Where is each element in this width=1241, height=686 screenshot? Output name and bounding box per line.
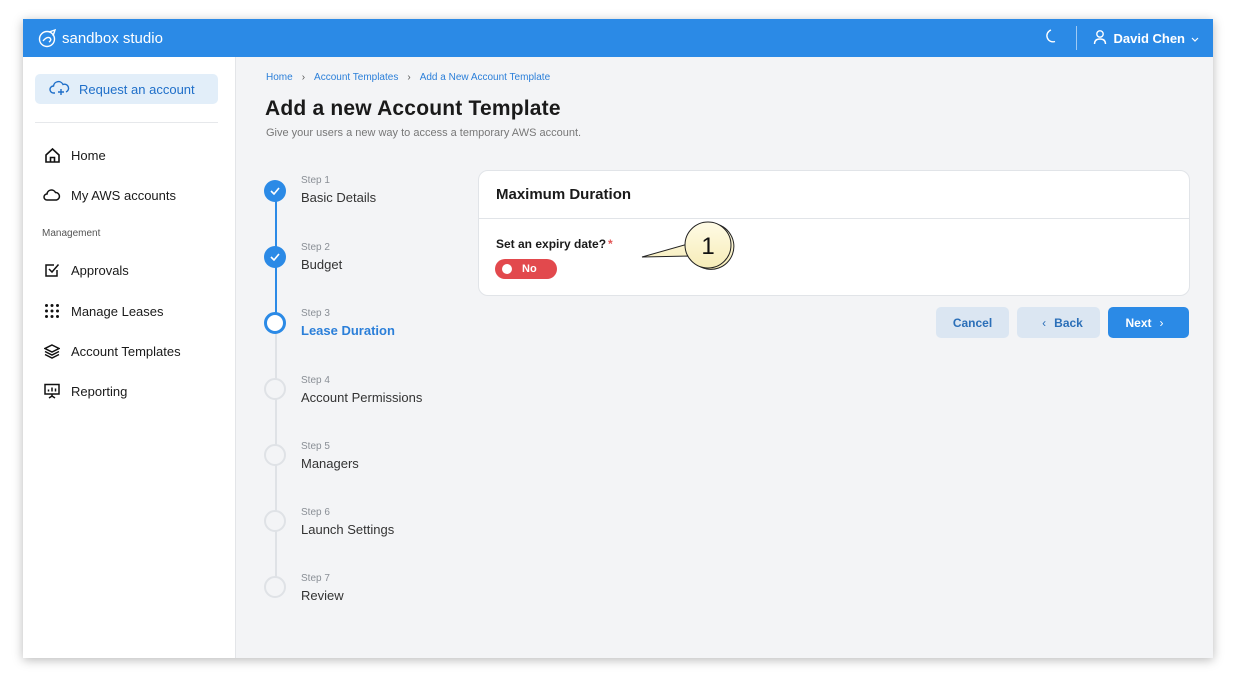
card-title: Maximum Duration	[496, 186, 632, 203]
app-window: sandbox studio David Chen Request an acc…	[23, 19, 1213, 658]
chevron-right-icon: ›	[407, 72, 411, 83]
brand-logo[interactable]: sandbox studio	[37, 27, 163, 49]
sidebar-item-label: My AWS accounts	[71, 187, 176, 203]
sidebar-divider	[35, 122, 218, 123]
request-account-button[interactable]: Request an account	[35, 74, 218, 104]
step-6-indicator[interactable]	[264, 510, 286, 532]
step-2-number: Step 2	[301, 242, 330, 253]
cloud-icon	[43, 186, 61, 204]
back-button[interactable]: ‹ Back	[1017, 307, 1100, 338]
top-bar: sandbox studio David Chen	[23, 19, 1213, 57]
page-title: Add a new Account Template	[265, 97, 561, 120]
chevron-down-icon	[1191, 31, 1199, 46]
step-1-number: Step 1	[301, 175, 330, 186]
step-1-label[interactable]: Basic Details	[301, 190, 376, 205]
cancel-button[interactable]: Cancel	[936, 307, 1009, 338]
topbar-divider	[1076, 26, 1078, 50]
back-label: Back	[1054, 315, 1083, 330]
maximum-duration-card: Maximum Duration Set an expiry date? * No	[478, 170, 1190, 296]
cancel-label: Cancel	[952, 315, 993, 330]
breadcrumb-home[interactable]: Home	[266, 72, 293, 83]
toggle-label: No	[522, 263, 537, 275]
sidebar-item-label: Reporting	[71, 383, 128, 399]
toggle-knob	[502, 264, 512, 274]
grid-dots-icon	[43, 302, 61, 320]
step-6-label[interactable]: Launch Settings	[301, 522, 394, 537]
sidebar-item-label: Account Templates	[71, 343, 181, 359]
checkbox-icon	[43, 261, 61, 279]
step-2-check-icon[interactable]	[264, 246, 286, 268]
step-4-number: Step 4	[301, 375, 330, 386]
brand-name: sandbox studio	[62, 29, 163, 47]
sidebar-item-label: Manage Leases	[71, 303, 164, 319]
sidebar-item-my-aws-accounts[interactable]: My AWS accounts	[43, 186, 176, 204]
breadcrumb-current[interactable]: Add a New Account Template	[420, 72, 550, 83]
main-content: Home › Account Templates › Add a New Acc…	[236, 57, 1213, 658]
step-2-label[interactable]: Budget	[301, 257, 342, 272]
breadcrumb-account-templates[interactable]: Account Templates	[314, 72, 398, 83]
step-7-label[interactable]: Review	[301, 588, 344, 603]
moon-icon	[1044, 28, 1060, 49]
sandbox-logo-icon	[37, 27, 59, 49]
user-name: David Chen	[1113, 30, 1185, 46]
step-5-indicator[interactable]	[264, 444, 286, 466]
step-6-number: Step 6	[301, 507, 330, 518]
sidebar-item-label: Approvals	[71, 262, 129, 278]
sidebar-item-manage-leases[interactable]: Manage Leases	[43, 302, 164, 320]
step-3-number: Step 3	[301, 308, 330, 319]
card-header: Maximum Duration	[479, 171, 1189, 219]
chevron-right-icon: ›	[1159, 315, 1164, 330]
step-7-indicator[interactable]	[264, 576, 286, 598]
required-marker: *	[608, 237, 613, 251]
sidebar-item-approvals[interactable]: Approvals	[43, 261, 129, 279]
breadcrumb: Home › Account Templates › Add a New Acc…	[266, 72, 550, 83]
expiry-toggle[interactable]: No	[495, 259, 557, 279]
management-section-label: Management	[42, 228, 101, 239]
expiry-field-label: Set an expiry date? *	[496, 237, 613, 251]
sidebar-item-account-templates[interactable]: Account Templates	[43, 342, 181, 360]
dark-mode-toggle[interactable]	[1042, 28, 1062, 48]
next-label: Next	[1125, 315, 1152, 330]
user-menu[interactable]: David Chen	[1093, 29, 1199, 48]
step-4-label[interactable]: Account Permissions	[301, 390, 422, 405]
next-button[interactable]: Next ›	[1108, 307, 1189, 338]
step-4-indicator[interactable]	[264, 378, 286, 400]
cloud-plus-icon	[35, 80, 79, 99]
request-account-label: Request an account	[79, 81, 195, 97]
home-icon	[43, 146, 61, 164]
step-7-number: Step 7	[301, 573, 330, 584]
chevron-right-icon: ›	[301, 72, 306, 83]
chevron-left-icon: ‹	[1042, 315, 1047, 330]
step-5-number: Step 5	[301, 441, 330, 452]
sidebar: Request an account Home My AWS accounts …	[23, 57, 236, 658]
step-3-label[interactable]: Lease Duration	[301, 323, 395, 338]
page-subtitle: Give your users a new way to access a te…	[266, 127, 582, 139]
step-5-label[interactable]: Managers	[301, 456, 359, 471]
layers-icon	[43, 342, 61, 360]
sidebar-item-home[interactable]: Home	[43, 146, 106, 164]
expiry-field-text: Set an expiry date?	[496, 237, 607, 251]
user-icon	[1093, 29, 1107, 48]
step-3-active-indicator[interactable]	[264, 312, 286, 334]
step-1-check-icon[interactable]	[264, 180, 286, 202]
sidebar-item-label: Home	[71, 147, 106, 163]
presentation-icon	[43, 382, 61, 400]
sidebar-item-reporting[interactable]: Reporting	[43, 382, 127, 400]
